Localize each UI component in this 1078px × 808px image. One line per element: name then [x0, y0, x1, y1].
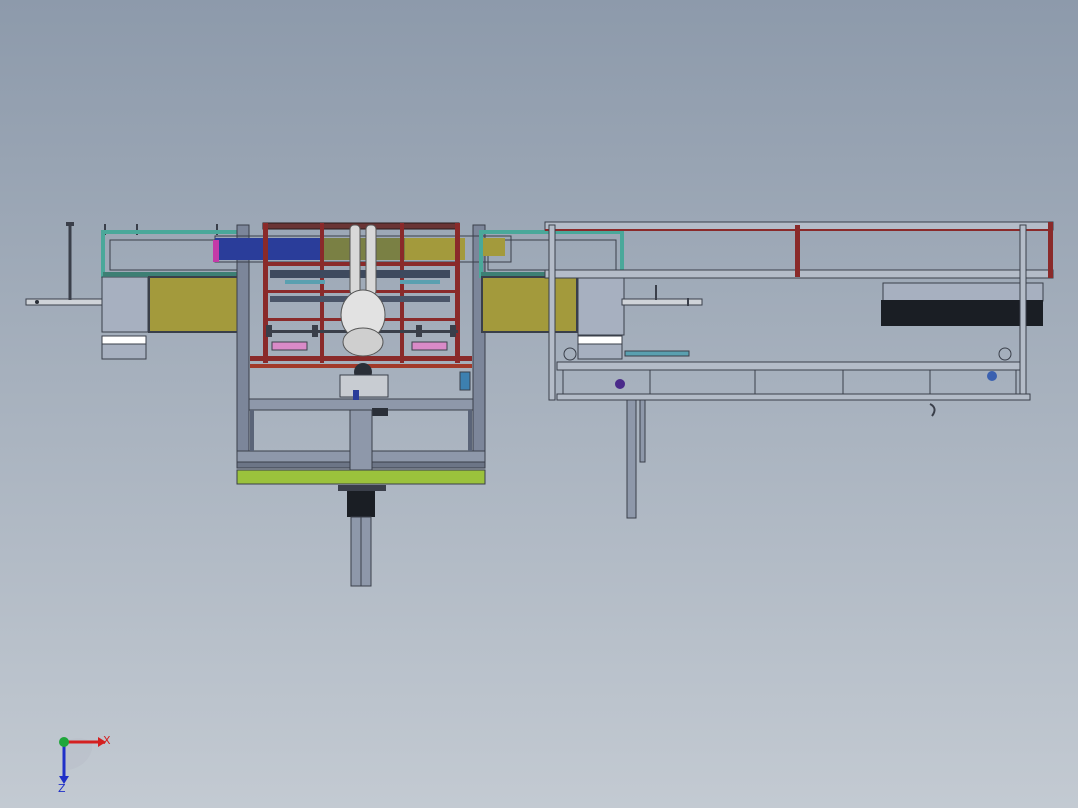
assembly-drawing[interactable]: X Z — [0, 0, 1078, 808]
x-axis-label: X — [103, 734, 111, 747]
lift-column — [338, 409, 386, 587]
right-station — [479, 230, 703, 360]
axis-triad: X Z — [58, 734, 111, 795]
y-axis-dot — [59, 737, 69, 747]
cad-viewport[interactable]: X Z — [0, 0, 1078, 808]
z-axis-label: Z — [58, 782, 66, 795]
